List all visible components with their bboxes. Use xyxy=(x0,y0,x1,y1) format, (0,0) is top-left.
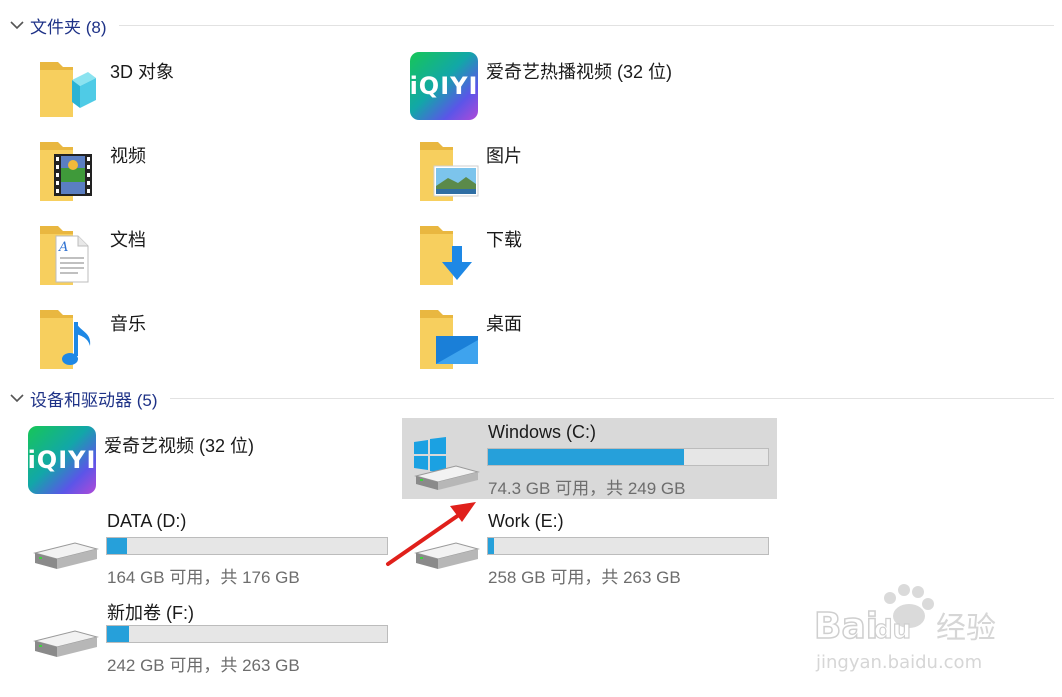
desktop-folder-icon xyxy=(408,302,480,374)
folder-label: 下载 xyxy=(486,230,522,250)
chevron-down-icon[interactable] xyxy=(8,16,26,34)
pictures-folder-icon xyxy=(408,134,480,206)
group-divider xyxy=(118,24,1054,26)
drive-free-space: 164 GB 可用，共 176 GB xyxy=(107,568,300,587)
videos-folder-icon xyxy=(32,134,104,206)
folder-label: 3D 对象 xyxy=(110,62,175,82)
folders-group-header[interactable]: 文件夹 (8) xyxy=(8,13,1054,37)
folder-item-videos[interactable]: 视频 xyxy=(32,134,146,206)
drive-usage-bar xyxy=(487,448,769,466)
devices-group-title: 设备和驱动器 (5) xyxy=(30,390,158,410)
folder-label: 爱奇艺热播视频 (32 位) xyxy=(486,62,673,82)
red-annotation-arrow xyxy=(386,502,476,566)
folder-label: 视频 xyxy=(110,146,146,166)
folder-label: 桌面 xyxy=(486,314,522,334)
drive-usage-fill xyxy=(107,626,130,642)
svg-text:经验: 经验 xyxy=(936,611,996,646)
folder-label: 文档 xyxy=(110,230,146,250)
drive-free-space: 242 GB 可用，共 263 GB xyxy=(107,656,300,675)
music-folder-icon xyxy=(32,302,104,374)
folder-item-pictures[interactable]: 图片 xyxy=(408,134,522,206)
3d-objects-folder-icon xyxy=(32,50,104,122)
drive-d[interactable]: DATA (D:) 164 GB 可用，共 176 GB xyxy=(21,507,396,588)
svg-text:Bai: Bai xyxy=(814,606,878,647)
drive-name: Windows (C:) xyxy=(488,422,597,442)
group-divider xyxy=(169,397,1054,399)
baidu-jingyan-watermark: Bai du 经验 jingyan.baidu.com xyxy=(813,584,996,673)
iqiyi-icon: iQIYI xyxy=(408,50,480,122)
folders-group-title: 文件夹 (8) xyxy=(30,17,107,37)
iqiyi-logo-text: iQIYI xyxy=(409,72,479,100)
folder-item-documents[interactable]: A 文档 xyxy=(32,218,146,290)
documents-folder-icon: A xyxy=(32,218,104,290)
downloads-folder-icon xyxy=(408,218,480,290)
devices-group-header[interactable]: 设备和驱动器 (5) xyxy=(8,386,1054,410)
drive-free-space: 74.3 GB 可用，共 249 GB xyxy=(488,479,686,498)
svg-text:du: du xyxy=(874,615,911,645)
drive-usage-bar xyxy=(106,537,388,555)
folder-label: 音乐 xyxy=(110,314,146,334)
drive-name: DATA (D:) xyxy=(107,511,187,531)
chevron-down-icon[interactable] xyxy=(8,389,26,407)
app-label: 爱奇艺视频 (32 位) xyxy=(104,436,255,456)
drive-f[interactable]: 新加卷 (F:) 242 GB 可用，共 263 GB xyxy=(21,595,396,676)
app-item-iqiyi[interactable]: iQIYI 爱奇艺视频 (32 位) xyxy=(26,424,254,496)
drive-free-space: 258 GB 可用，共 263 GB xyxy=(488,568,681,587)
iqiyi-icon: iQIYI xyxy=(26,424,98,496)
drive-usage-bar xyxy=(487,537,769,555)
folder-item-downloads[interactable]: 下载 xyxy=(408,218,522,290)
drive-name: Work (E:) xyxy=(488,511,564,531)
drive-usage-fill xyxy=(488,449,684,465)
hard-drive-icon xyxy=(29,521,101,581)
iqiyi-logo-text: iQIYI xyxy=(27,446,97,474)
svg-text:jingyan.baidu.com: jingyan.baidu.com xyxy=(815,652,982,673)
drive-usage-bar xyxy=(106,625,388,643)
drive-usage-fill xyxy=(107,538,127,554)
svg-text:A: A xyxy=(58,240,68,255)
folder-item-desktop[interactable]: 桌面 xyxy=(408,302,522,374)
drive-name: 新加卷 (F:) xyxy=(107,603,194,623)
folder-item-iqiyi-hot[interactable]: iQIYI 爱奇艺热播视频 (32 位) xyxy=(408,50,672,122)
folder-label: 图片 xyxy=(486,146,522,166)
folder-item-music[interactable]: 音乐 xyxy=(32,302,146,374)
folder-item-3d-objects[interactable]: 3D 对象 xyxy=(32,50,174,122)
hard-drive-icon xyxy=(29,609,101,669)
